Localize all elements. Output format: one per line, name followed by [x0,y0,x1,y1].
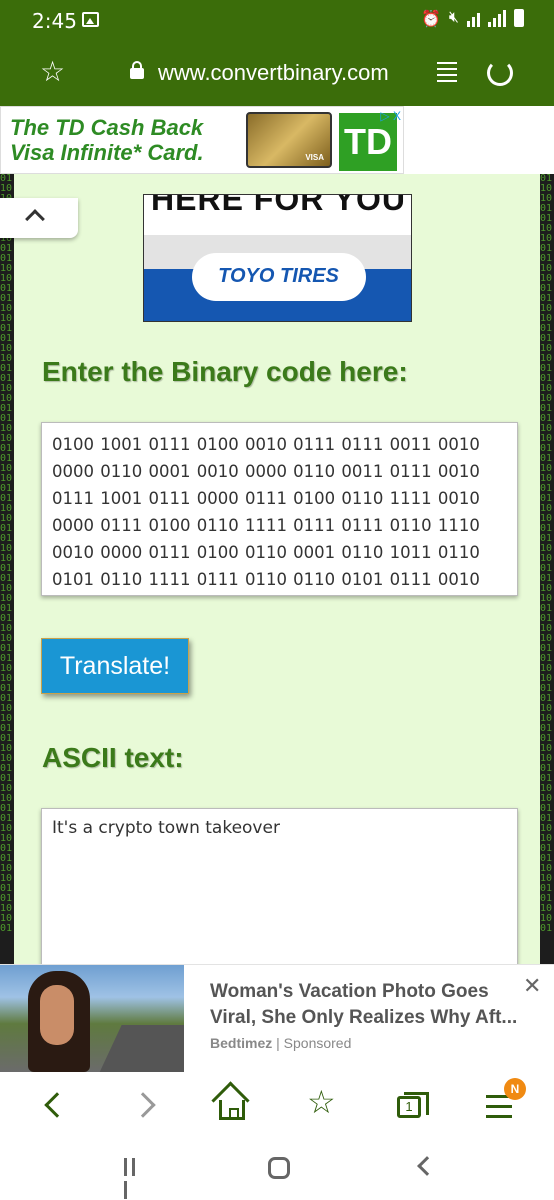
forward-arrow-icon [130,1092,156,1118]
sponsored-ad[interactable]: Woman's Vacation Photo Goes Viral, She O… [0,964,554,1072]
ad-choices-icon[interactable]: ▷ X [380,109,401,123]
ad-title[interactable]: Woman's Vacation Photo Goes Viral, She O… [210,979,520,1031]
top-ad-banner[interactable]: The TD Cash Back Visa Infinite* Card. VI… [0,106,404,174]
top-ad-headline-line1: The TD Cash Back [10,115,204,140]
browser-toolbar: ☆ www.convertbinary.com [0,42,554,106]
credit-card-image: VISA [246,112,332,168]
tabs-button[interactable]: 1 [393,1088,429,1124]
browser-bottom-nav: ☆ 1 N [0,1072,554,1138]
image-notification-icon [82,12,99,27]
battery-icon [514,9,524,27]
tabs-icon: 1 [397,1092,429,1118]
system-nav-bar [0,1138,554,1200]
home-button[interactable] [215,1088,251,1124]
close-ad-icon[interactable]: ✕ [523,973,541,999]
top-ad-headline-line2: Visa Infinite* Card. [10,140,204,165]
forward-button[interactable] [130,1088,166,1124]
recent-apps-icon[interactable] [124,1158,146,1199]
lock-icon[interactable] [130,61,144,79]
system-back-icon[interactable] [417,1156,437,1176]
toyo-tires-logo: TOYO TIRES [218,265,339,287]
translate-button[interactable]: Translate! [41,638,189,694]
ad-sponsored-label: Sponsored [283,1035,352,1051]
reader-mode-icon[interactable] [437,62,457,84]
ad-photo[interactable] [0,965,184,1072]
collapse-ad-button[interactable] [0,198,78,238]
home-icon [219,1100,245,1120]
reload-icon[interactable] [487,60,513,86]
binary-rain-left: 0110 100101101001011010010110100101101001… [0,174,13,934]
alarm-icon: ⏰ [420,11,441,28]
ascii-output-heading: ASCII text: [42,742,184,773]
banner-cut-text: HERE FOR YOU [151,194,406,217]
bookmarks-star-icon: ☆ [307,1084,336,1120]
top-ad-headline[interactable]: The TD Cash Back Visa Infinite* Card. [10,115,240,165]
status-time: 2:45 [32,9,77,33]
ad-source-name: Bedtimez [210,1035,273,1051]
status-bar: 2:45 ⏰ 🔇︎ [0,0,554,42]
ad-source: Bedtimez | Sponsored [210,1035,352,1051]
ascii-output-textarea[interactable]: It's a crypto town takeover [41,808,518,964]
chevron-up-icon [25,209,45,229]
card-brand-label: VISA [305,153,324,162]
bookmark-star-icon[interactable]: ☆ [40,58,65,86]
back-button[interactable] [38,1088,74,1124]
wifi-icon [467,9,480,27]
url-text[interactable]: www.convertbinary.com [158,60,389,86]
system-home-icon[interactable] [268,1157,290,1179]
notification-badge: N [504,1078,526,1100]
ad-photo-skin [40,985,74,1045]
binary-rain-right: 0110100101101001011010010110100101101001… [540,174,553,934]
bookmarks-button[interactable]: ☆ [305,1084,341,1124]
binary-input-heading: Enter the Binary code here: [42,356,408,387]
status-icons: ⏰ 🔇︎ [421,9,524,29]
signal-icon [488,9,506,27]
converter-panel: HERE FOR YOU TOYO TIRES Enter the Binary… [14,174,540,964]
ad-photo-road [98,1025,184,1072]
web-page: 0110 100101101001011010010110100101101001… [0,174,554,964]
tire-ad-banner[interactable]: HERE FOR YOU TOYO TIRES [143,194,412,322]
menu-button[interactable]: N [482,1078,526,1124]
back-arrow-icon [44,1092,70,1118]
mute-icon: 🔇︎ [448,9,459,26]
binary-input-textarea[interactable]: 0100 1001 0111 0100 0010 0111 0111 0011 … [41,422,518,596]
